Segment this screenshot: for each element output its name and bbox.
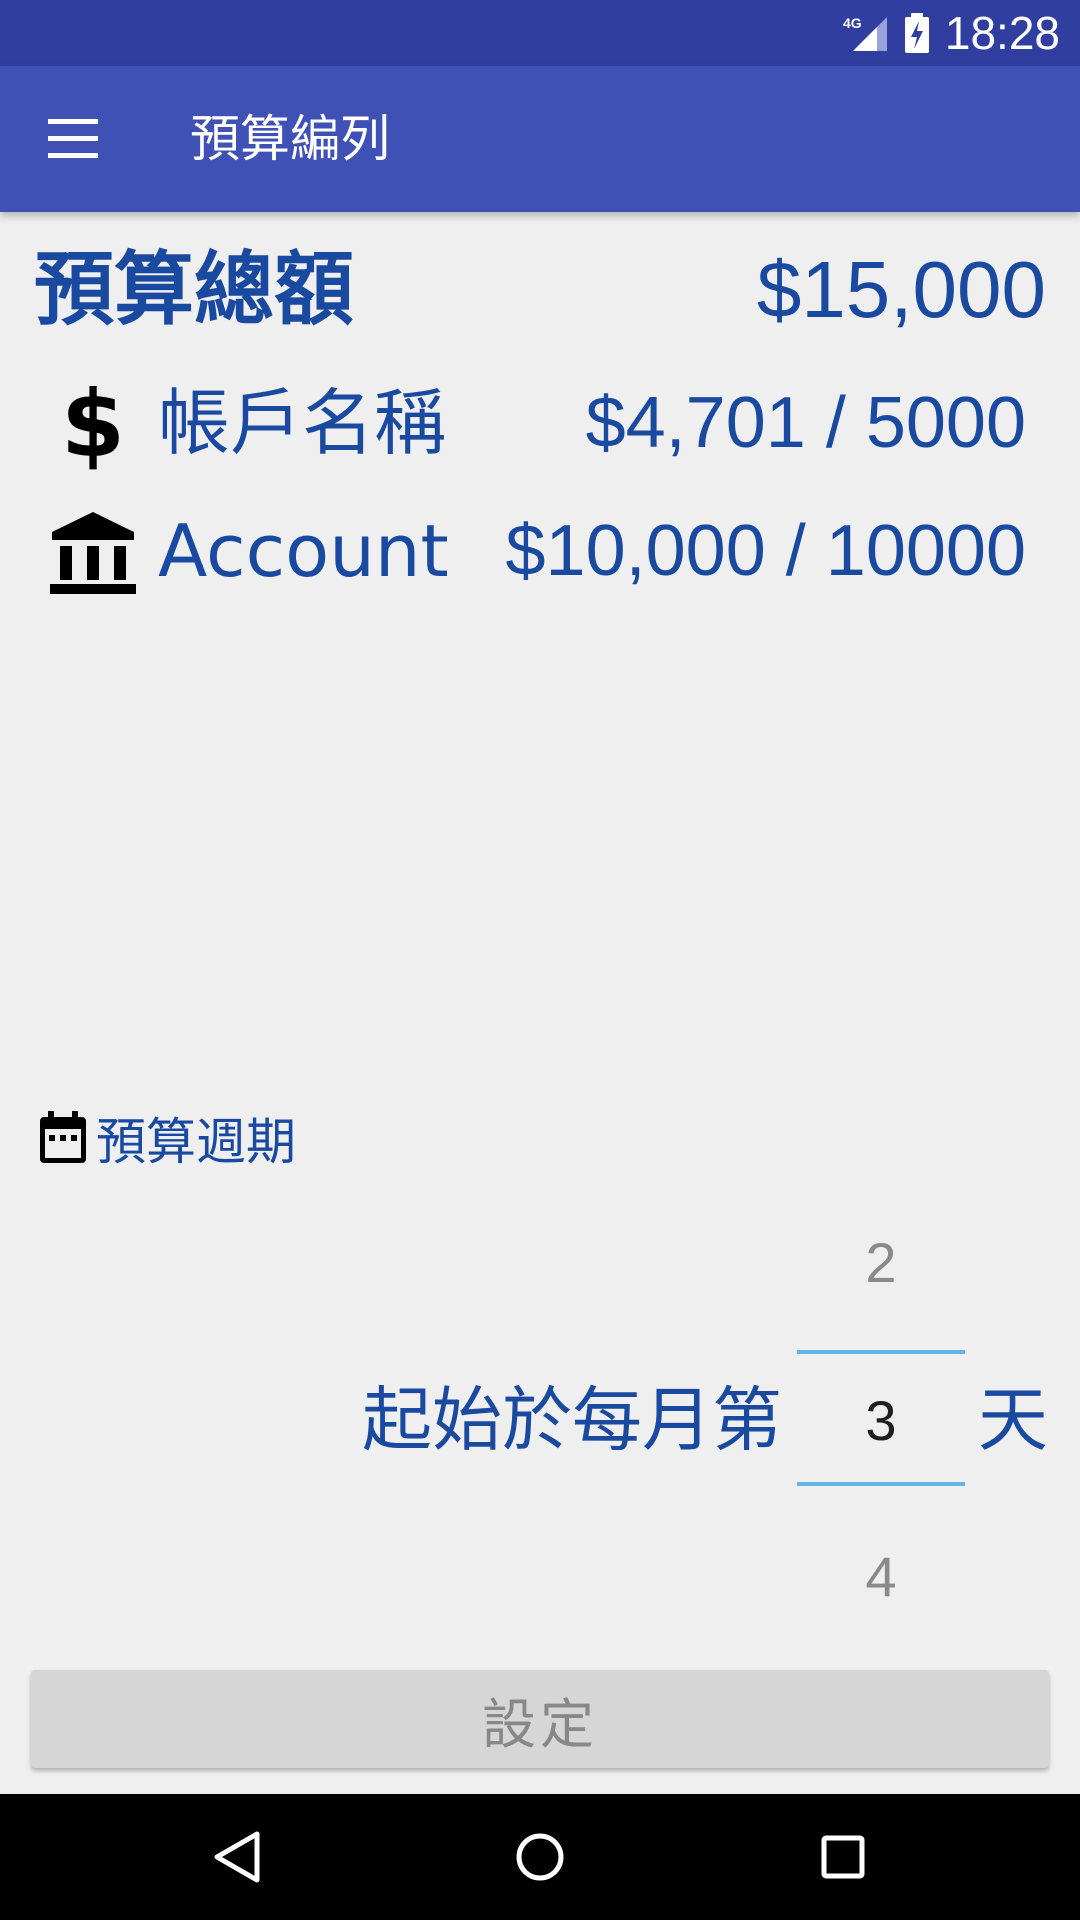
bank-icon <box>50 512 136 594</box>
status-bar: 4G 18:28 <box>0 0 1080 66</box>
account-balance: $4,701 / 5000 <box>585 383 1026 463</box>
budget-total-value: $15,000 <box>756 245 1046 334</box>
budget-period-label: 預算週期 <box>96 1113 296 1171</box>
picker-divider-top <box>797 1350 965 1354</box>
recents-button[interactable] <box>768 1794 918 1920</box>
budget-screen: 4G 18:28 預算編列 預算總額 $15,000 $ 帳戶名稱 $4,701… <box>0 0 1080 1920</box>
budget-period-header: 預算週期 <box>38 1100 296 1176</box>
picker-selected-value[interactable]: 3 <box>797 1388 965 1453</box>
account-row[interactable]: Account $10,000 / 10000 <box>34 496 1026 606</box>
dollar-icon: $ <box>61 380 125 470</box>
start-day-picker[interactable]: 2 3 4 <box>797 1200 965 1620</box>
budget-total-row: 預算總額 $15,000 <box>34 240 1046 340</box>
signal-4g-icon: 4G <box>843 15 887 51</box>
app-bar: 預算編列 <box>0 66 1080 212</box>
hamburger-menu-icon[interactable] <box>48 119 98 159</box>
account-row[interactable]: $ 帳戶名稱 $4,701 / 5000 <box>34 368 1026 478</box>
home-icon <box>516 1833 564 1881</box>
svg-text:$: $ <box>61 380 125 470</box>
recents-icon <box>821 1835 865 1879</box>
budget-total-label: 預算總額 <box>34 243 354 336</box>
picker-divider-bottom <box>797 1482 965 1486</box>
calendar-icon <box>40 1111 86 1163</box>
system-nav-bar <box>0 1794 1080 1920</box>
account-name: 帳戶名稱 <box>158 381 447 465</box>
start-day-suffix: 天 <box>978 1379 1048 1461</box>
account-name: Account <box>158 509 449 593</box>
account-balance: $10,000 / 10000 <box>505 511 1027 591</box>
status-icons: 4G 18:28 <box>843 0 1060 66</box>
page-title: 預算編列 <box>190 110 390 168</box>
back-button[interactable] <box>162 1794 312 1920</box>
picker-next-value[interactable]: 4 <box>797 1544 965 1609</box>
back-icon <box>214 1831 260 1883</box>
home-button[interactable] <box>465 1794 615 1920</box>
clock: 18:28 <box>944 7 1060 59</box>
picker-prev-value[interactable]: 2 <box>797 1230 965 1295</box>
network-type-label: 4G <box>843 15 862 31</box>
set-button[interactable]: 設定 <box>31 1670 1049 1768</box>
start-day-prefix: 起始於每月第 <box>362 1379 782 1461</box>
battery-charging-icon <box>904 13 929 53</box>
